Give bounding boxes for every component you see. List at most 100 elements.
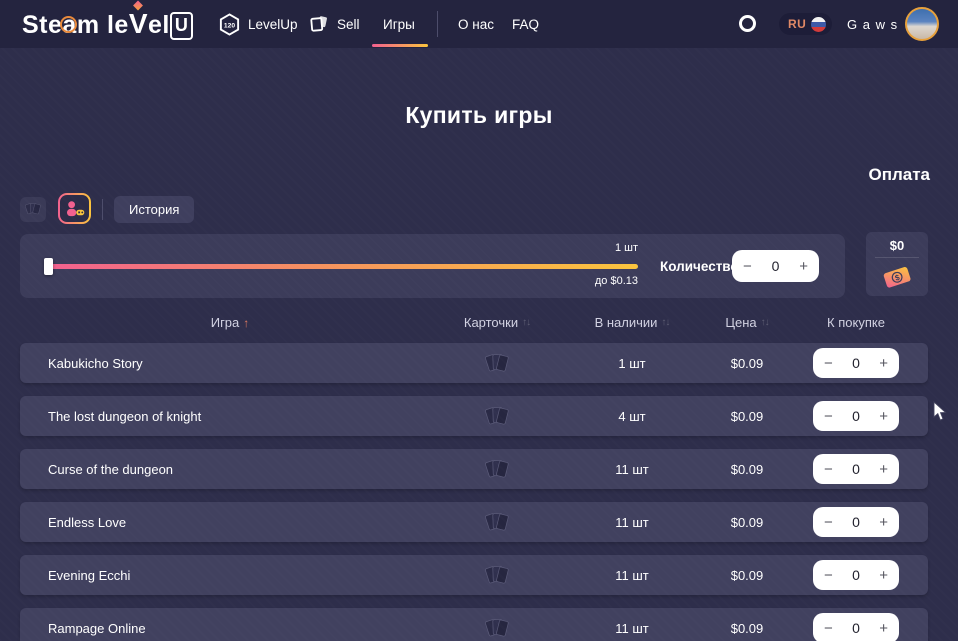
table-row: Evening Ecchi 11 шт $0.09 − 0 +	[20, 555, 928, 595]
table-row: Curse of the dungeon 11 шт $0.09 − 0 +	[20, 449, 928, 489]
logo-text: m le	[77, 11, 129, 39]
logo[interactable]: Steam leVelU	[22, 8, 193, 40]
price-cell: $0.09	[710, 462, 784, 477]
plus-button[interactable]: +	[879, 621, 888, 636]
logo-text: Ste	[22, 11, 62, 39]
game-name: Kabukicho Story	[20, 356, 440, 371]
stock-cell: 1 шт	[554, 356, 710, 371]
cards-cell	[440, 404, 554, 429]
price-cell: $0.09	[710, 515, 784, 530]
game-name: Evening Ecchi	[20, 568, 440, 583]
active-tab-underline	[372, 44, 428, 47]
cards-icon	[482, 563, 512, 588]
payment-amount: $0	[866, 238, 928, 253]
plus-button[interactable]: +	[799, 259, 808, 274]
minus-button[interactable]: −	[824, 356, 833, 371]
cards-cell	[440, 351, 554, 376]
avatar[interactable]	[905, 7, 939, 41]
cards-cell	[440, 563, 554, 588]
sort-icon: ↑↓	[661, 317, 669, 328]
quantity-value: 0	[852, 461, 860, 477]
sort-icon: ↑↓	[761, 317, 769, 328]
view-toggle-games-button-active[interactable]	[58, 193, 91, 224]
nav-about-label: О нас	[458, 17, 494, 32]
nav-item-games-active[interactable]: Игры	[383, 0, 415, 48]
header-price-label: Цена	[725, 315, 756, 330]
page-title: Купить игры	[0, 102, 958, 129]
plus-button[interactable]: +	[879, 462, 888, 477]
logo-v-diamond-icon: V	[129, 8, 148, 40]
language-selector[interactable]: RU	[779, 13, 832, 35]
mouse-cursor-icon	[931, 401, 948, 422]
minus-button[interactable]: −	[824, 409, 833, 424]
cards-cell	[440, 457, 554, 482]
history-button[interactable]: История	[114, 196, 194, 223]
row-quantity-stepper: − 0 +	[813, 348, 899, 378]
quantity-slider-panel: 1 шт до $0.13 Количество: − 0 +	[20, 234, 845, 298]
cards-cell	[440, 510, 554, 535]
table-row: Kabukicho Story 1 шт $0.09 − 0 +	[20, 343, 928, 383]
row-quantity-stepper: − 0 +	[813, 507, 899, 537]
game-name: Curse of the dungeon	[20, 462, 440, 477]
nav-sell-label: Sell	[337, 17, 360, 32]
stock-cell: 11 шт	[554, 462, 710, 477]
payment-divider	[875, 257, 919, 258]
slider-track[interactable]	[48, 264, 638, 269]
minus-button[interactable]: −	[824, 515, 833, 530]
plus-button[interactable]: +	[879, 356, 888, 371]
price-cell: $0.09	[710, 409, 784, 424]
table-body: Kabukicho Story 1 шт $0.09 − 0 + The los…	[20, 343, 928, 641]
person-gamepad-icon	[64, 199, 86, 218]
cards-icon	[482, 351, 512, 376]
header-game[interactable]: Игра ↑	[20, 315, 440, 330]
nav-item-faq[interactable]: FAQ	[512, 0, 539, 48]
price-cell: $0.09	[710, 568, 784, 583]
plus-button[interactable]: +	[879, 568, 888, 583]
toggle-divider	[102, 199, 103, 220]
plus-button[interactable]: +	[879, 409, 888, 424]
cards-cell	[440, 616, 554, 641]
slider-handle[interactable]	[44, 258, 53, 275]
nav-levelup-label: LevelUp	[248, 17, 298, 32]
slider-price-label: до $0.13	[560, 275, 638, 287]
theme-toggle-icon[interactable]	[739, 15, 756, 32]
stock-cell: 4 шт	[554, 409, 710, 424]
quantity-value: 0	[852, 408, 860, 424]
sort-asc-icon: ↑	[243, 316, 249, 330]
table-header: Игра ↑ Карточки ↑↓ В наличии ↑↓ Цена ↑↓ …	[20, 315, 928, 330]
minus-button[interactable]: −	[743, 259, 752, 274]
cards-icon	[23, 201, 43, 218]
row-quantity-stepper: − 0 +	[813, 454, 899, 484]
user-menu[interactable]: G a w s	[847, 0, 911, 48]
nav-item-sell[interactable]: Sell	[308, 0, 360, 48]
row-quantity-stepper: − 0 +	[813, 560, 899, 590]
cards-icon	[482, 457, 512, 482]
minus-button[interactable]: −	[824, 462, 833, 477]
plus-button[interactable]: +	[879, 515, 888, 530]
nav-item-about[interactable]: О нас	[458, 0, 494, 48]
game-name: The lost dungeon of knight	[20, 409, 440, 424]
minus-button[interactable]: −	[824, 568, 833, 583]
quantity-value: 0	[852, 355, 860, 371]
stock-cell: 11 шт	[554, 621, 710, 636]
header-purchase-label: К покупке	[827, 315, 885, 330]
sell-cards-icon	[308, 13, 330, 35]
quantity-value: 0	[852, 620, 860, 636]
payment-balance-card[interactable]: $0 $	[866, 232, 928, 296]
view-toggle-cards-button[interactable]	[20, 197, 46, 222]
money-ticket-icon: $	[879, 261, 915, 291]
stock-cell: 11 шт	[554, 568, 710, 583]
header-price[interactable]: Цена ↑↓	[710, 315, 784, 330]
nav-item-levelup[interactable]: 120 LevelUp	[218, 0, 298, 48]
cards-icon	[482, 404, 512, 429]
price-cell: $0.09	[710, 356, 784, 371]
header-stock[interactable]: В наличии ↑↓	[554, 315, 710, 330]
nav-faq-label: FAQ	[512, 17, 539, 32]
header-cards[interactable]: Карточки ↑↓	[440, 315, 554, 330]
logo-text: el	[148, 11, 170, 39]
game-name: Endless Love	[20, 515, 440, 530]
minus-button[interactable]: −	[824, 621, 833, 636]
language-code: RU	[788, 17, 806, 31]
logo-a-accent: a	[62, 11, 76, 40]
header-stock-label: В наличии	[595, 315, 658, 330]
